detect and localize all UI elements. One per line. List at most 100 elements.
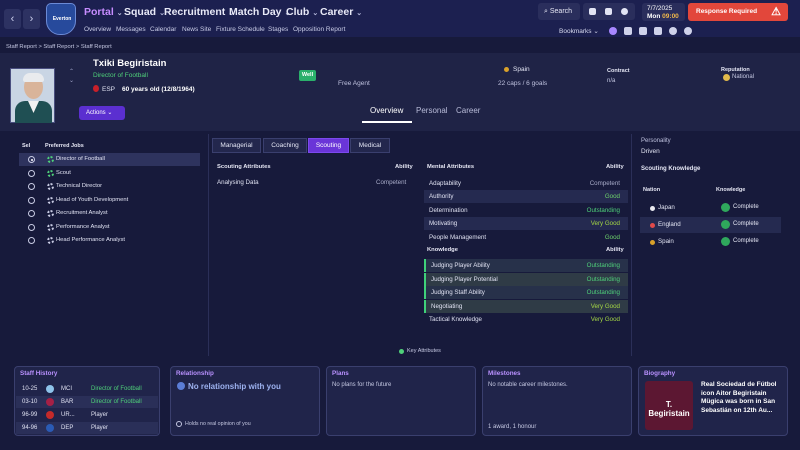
staff-nav-arrows[interactable]: ⌃ ⌄ [69,68,74,86]
attribute-value: Outstanding [586,262,620,269]
job-row[interactable]: Director of Football [19,153,200,166]
actions-button[interactable]: Actions ⌄ [79,106,125,120]
knowledge-row: England Complete [640,217,781,233]
reputation-label: Reputation [721,67,750,73]
history-row[interactable]: 94-96 DEP Player [16,422,158,434]
attribute-row: Authority Good [424,190,628,203]
radio-button[interactable] [28,183,35,190]
response-required-button[interactable]: Response Required ⚠ [688,3,788,21]
tab-personal[interactable]: Personal [416,106,448,115]
attribute-label: Motivating [429,220,458,227]
club-crest[interactable]: Everton [46,3,76,35]
history-row[interactable]: 10-25 MCI Director of Football [16,383,158,395]
club-crest-icon [46,411,54,419]
refresh-icon[interactable] [669,27,677,35]
history-role: Player [91,412,109,418]
active-tab-underline [362,121,412,123]
job-icon [47,196,54,204]
complete-check-icon [721,203,730,212]
job-row[interactable]: Head Performance Analyst [19,234,200,247]
history-years: 03-10 [22,399,38,405]
settings-icon[interactable] [684,27,692,35]
job-row[interactable]: Scout [19,167,200,180]
bookmarks-menu[interactable]: Bookmarks ⌄ [559,27,599,35]
submenu-opposition-report[interactable]: Opposition Report [293,26,345,33]
history-row[interactable]: 96-99 UR... Player [16,409,158,421]
staff-role[interactable]: Director of Football [93,72,148,79]
plans-panel[interactable]: Plans [326,366,476,436]
tab-career[interactable]: Career [456,106,480,115]
staff-history-panel[interactable]: Staff History 10-25 MCI Director of Footba… [14,366,160,436]
job-row[interactable]: Technical Director [19,180,200,193]
submenu-messages[interactable]: Messages [116,26,146,33]
attribute-label: People Management [429,233,487,241]
attribute-label: Tactical Knowledge [429,316,482,323]
chat-icon[interactable] [609,27,617,35]
relationship-status: No relationship with you [188,382,281,391]
attribute-label: Judging Player Ability [431,262,490,269]
club-crest-icon [46,424,54,432]
menu-career[interactable]: Career ⌄ [320,6,362,18]
reputation-value: National [732,74,755,80]
history-years: 96-99 [22,412,38,418]
attribute-row: Motivating Very Good [424,217,628,230]
key-attributes-legend: Key Attributes [407,348,441,354]
job-icon [47,237,54,244]
people-icon[interactable] [654,27,662,35]
milestones-text: No notable career milestones. [488,382,568,388]
date-time-box[interactable]: 7/7/2025 Mon 09:00 [642,3,685,21]
menu-match-day[interactable]: Match Day ⌄ [229,6,290,18]
tab-overview[interactable]: Overview [370,106,403,115]
submenu-news-site[interactable]: News Site [182,26,211,33]
radio-button[interactable] [28,196,35,204]
submenu-stages[interactable]: Stages [268,26,288,33]
tab-managerial[interactable]: Managerial [212,138,261,153]
submenu-fixture-schedule[interactable]: Fixture Schedule [216,26,265,33]
nation-flag-icon [650,240,655,245]
submenu-overview[interactable]: Overview [84,26,111,33]
tab-coaching[interactable]: Coaching [263,138,307,153]
gear-icon[interactable] [621,8,628,15]
attribute-label: Determination [429,206,468,214]
breadcrumb[interactable]: Staff Report > Staff Report > Staff Repo… [6,44,112,50]
inbox-icon[interactable] [589,8,596,15]
history-role: Director of Football [91,399,142,405]
plans-title: Plans [332,370,349,377]
radio-button[interactable] [28,156,35,163]
menu-portal[interactable]: Portal ⌄ [84,6,123,18]
search-button[interactable]: ⌕ Search [538,3,580,20]
tab-scouting[interactable]: Scouting [308,138,349,153]
kit-icon[interactable] [639,27,647,35]
radio-button[interactable] [28,210,35,217]
radio-button[interactable] [28,237,35,244]
history-role: Player [91,425,109,431]
job-row[interactable]: Performance Analyst [19,221,200,234]
relationship-title: Relationship [176,370,214,377]
job-label: Recruitment Analyst [56,210,108,216]
submenu-calendar[interactable]: Calendar [150,26,176,33]
job-row[interactable]: Recruitment Analyst [19,207,200,220]
employment-status: Free Agent [338,80,370,87]
forward-button[interactable]: › [23,9,40,29]
trophy-icon[interactable] [624,27,632,35]
history-row[interactable]: 03-10 BAR Director of Football [16,396,158,408]
radio-button[interactable] [28,223,35,231]
menu-squad[interactable]: Squad ⌄ [124,6,165,18]
attribute-row: People Management Good [424,231,628,244]
job-row[interactable]: Head of Youth Development [19,194,200,207]
history-club: BAR [61,399,74,405]
tab-medical[interactable]: Medical [350,138,390,153]
menu-club[interactable]: Club ⌄ [286,6,318,18]
current-day-time: Mon 09:00 [647,13,679,20]
attribute-label: Judging Player Potential [431,275,498,283]
back-button[interactable]: ‹ [4,9,21,29]
national-team[interactable]: Spain [513,66,530,73]
mental-attributes-header: Mental Attributes [427,164,475,170]
menu-recruitment[interactable]: Recruitment ⌄ [164,6,234,18]
chevron-down-icon: ⌄ [356,10,363,17]
radio-button[interactable] [28,169,35,177]
jobs-sel-header: Sel [22,143,31,149]
shield-icon[interactable] [605,8,612,15]
attribute-value: Very Good [590,316,620,323]
attribute-value: Competent [376,179,407,186]
